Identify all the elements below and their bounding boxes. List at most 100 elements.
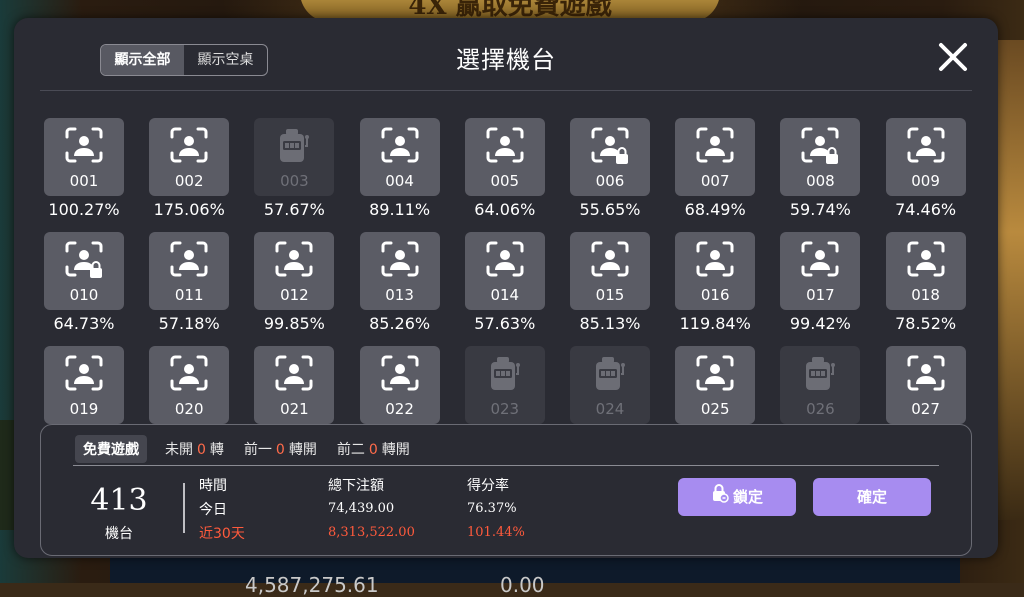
machine-tile[interactable]: 024 [570, 346, 650, 424]
machine-number: 413 [90, 483, 148, 518]
lock-button-label: 鎖定 [732, 488, 763, 506]
machine-018[interactable]: 018 78.52% [885, 230, 966, 333]
machine-007[interactable]: 007 68.49% [675, 116, 756, 219]
today-bet: 74,439.00 [328, 501, 395, 516]
machine-info-panel: 免費遊戲 未開 0 轉 前一 0 轉開 前二 0 轉開 413 機台 時間 今日 近30天 … [40, 424, 972, 556]
col-total-bet-header: 總下注額 [328, 478, 384, 494]
machine-number-label: 002 [174, 172, 204, 190]
machine-025[interactable]: 025 [675, 344, 756, 426]
machine-tile[interactable]: 011 [149, 232, 230, 310]
machine-return-rate: 89.11% [369, 200, 431, 219]
machine-006[interactable]: 006 55.65% [570, 116, 650, 219]
machine-tile[interactable]: 009 [885, 118, 966, 196]
machine-027[interactable]: 027 [885, 344, 966, 426]
machine-005[interactable]: 005 64.06% [464, 116, 545, 219]
machine-tile[interactable]: 015 [570, 232, 650, 310]
machine-return-rate: 55.65% [579, 200, 641, 219]
machine-021[interactable]: 021 [254, 344, 335, 426]
machine-return-rate: 64.06% [474, 200, 536, 219]
machine-number-label: 006 [595, 172, 625, 190]
prev1-stat: 前一 0 轉開 [243, 442, 317, 458]
machine-tile[interactable]: 013 [359, 232, 440, 310]
machine-return-rate: 57.67% [263, 200, 325, 219]
machine-019[interactable]: 019 [44, 344, 124, 426]
machine-tile[interactable]: 005 [464, 118, 545, 196]
machine-tile[interactable]: 012 [254, 232, 335, 310]
machine-return-rate: 85.13% [579, 314, 641, 333]
machine-tile[interactable]: 019 [44, 346, 124, 424]
machine-tile[interactable]: 017 [780, 232, 861, 310]
tab-free-game[interactable]: 免費遊戲 [75, 435, 147, 463]
machine-tile[interactable]: 020 [149, 346, 230, 424]
today-label: 今日 [199, 502, 227, 518]
machine-024[interactable]: 024 [570, 344, 650, 426]
machine-number-label: 010 [69, 286, 99, 304]
machine-return-rate: 57.18% [158, 314, 220, 333]
machine-return-rate: 59.74% [789, 200, 851, 219]
machine-number-label: 013 [385, 286, 414, 304]
machine-tile[interactable]: 003 [254, 118, 335, 196]
machine-number-label: 011 [174, 286, 204, 304]
machine-003[interactable]: 003 57.67% [254, 116, 335, 219]
machine-012[interactable]: 012 99.85% [254, 230, 335, 333]
machine-return-rate: 99.42% [789, 314, 851, 333]
machine-022[interactable]: 022 [359, 344, 440, 426]
machine-tile[interactable]: 022 [359, 346, 440, 424]
win-value: 0.00 [500, 573, 545, 597]
machine-number-label: 016 [700, 286, 730, 304]
machine-label: 機台 [105, 526, 133, 542]
machine-return-rate: 99.85% [263, 314, 325, 333]
machine-013[interactable]: 013 85.26% [359, 230, 440, 333]
machine-number-label: 018 [911, 286, 940, 304]
machine-return-rate: 175.06% [153, 200, 225, 219]
machine-020[interactable]: 020 [149, 344, 230, 426]
machine-015[interactable]: 015 85.13% [570, 230, 650, 333]
machine-number-label: 014 [490, 286, 520, 304]
machine-002[interactable]: 002 175.06% [149, 116, 230, 219]
balance-value: 4,587,275.61 [245, 573, 379, 597]
machine-011[interactable]: 011 57.18% [149, 230, 230, 333]
machine-number-label: 024 [595, 400, 625, 418]
machine-tile[interactable]: 001 [44, 118, 124, 196]
machine-009[interactable]: 009 74.46% [885, 116, 966, 219]
confirm-button[interactable]: 確定 [813, 478, 931, 516]
lock-button[interactable]: 鎖定 [678, 478, 796, 516]
machine-010[interactable]: 010 64.73% [44, 230, 124, 333]
machine-number-label: 023 [490, 400, 520, 418]
today-rate: 76.37% [467, 501, 517, 516]
machine-023[interactable]: 023 [464, 344, 545, 426]
machine-014[interactable]: 014 57.63% [464, 230, 545, 333]
machine-select-modal: 顯示全部 顯示空桌 選擇機台 001 100.27% 002 175.06% 003 57… [14, 18, 998, 558]
machine-number-label: 025 [700, 400, 730, 418]
machine-tile[interactable]: 007 [675, 118, 756, 196]
machine-001[interactable]: 001 100.27% [44, 116, 124, 219]
machine-number-label: 020 [174, 400, 204, 418]
machine-grid: 001 100.27% 002 175.06% 003 57.67% 004 89.11% 00… [44, 116, 974, 426]
machine-004[interactable]: 004 89.11% [359, 116, 440, 219]
close-icon[interactable] [934, 38, 972, 76]
machine-tile[interactable]: 002 [149, 118, 230, 196]
machine-tile[interactable]: 025 [675, 346, 756, 424]
machine-tile[interactable]: 018 [885, 232, 966, 310]
machine-tile[interactable]: 016 [675, 232, 756, 310]
machine-tile[interactable]: 004 [359, 118, 440, 196]
machine-number-label: 012 [280, 286, 309, 304]
machine-017[interactable]: 017 99.42% [780, 230, 861, 333]
machine-tile[interactable]: 006 [570, 118, 650, 196]
machine-tile[interactable]: 023 [464, 346, 545, 424]
machine-number-label: 008 [806, 172, 835, 190]
machine-tile[interactable]: 026 [780, 346, 861, 424]
machine-tile[interactable]: 014 [464, 232, 545, 310]
lock-icon [711, 479, 729, 517]
machine-return-rate: 85.26% [369, 314, 431, 333]
machine-number-label: 021 [280, 400, 309, 418]
machine-number-label: 015 [595, 286, 625, 304]
history-tabs: 免費遊戲 未開 0 轉 前一 0 轉開 前二 0 轉開 [75, 435, 410, 463]
machine-tile[interactable]: 010 [44, 232, 124, 310]
machine-tile[interactable]: 021 [254, 346, 335, 424]
machine-tile[interactable]: 008 [780, 118, 861, 196]
machine-026[interactable]: 026 [780, 344, 861, 426]
machine-008[interactable]: 008 59.74% [780, 116, 861, 219]
machine-016[interactable]: 016 119.84% [675, 230, 756, 333]
machine-tile[interactable]: 027 [885, 346, 966, 424]
